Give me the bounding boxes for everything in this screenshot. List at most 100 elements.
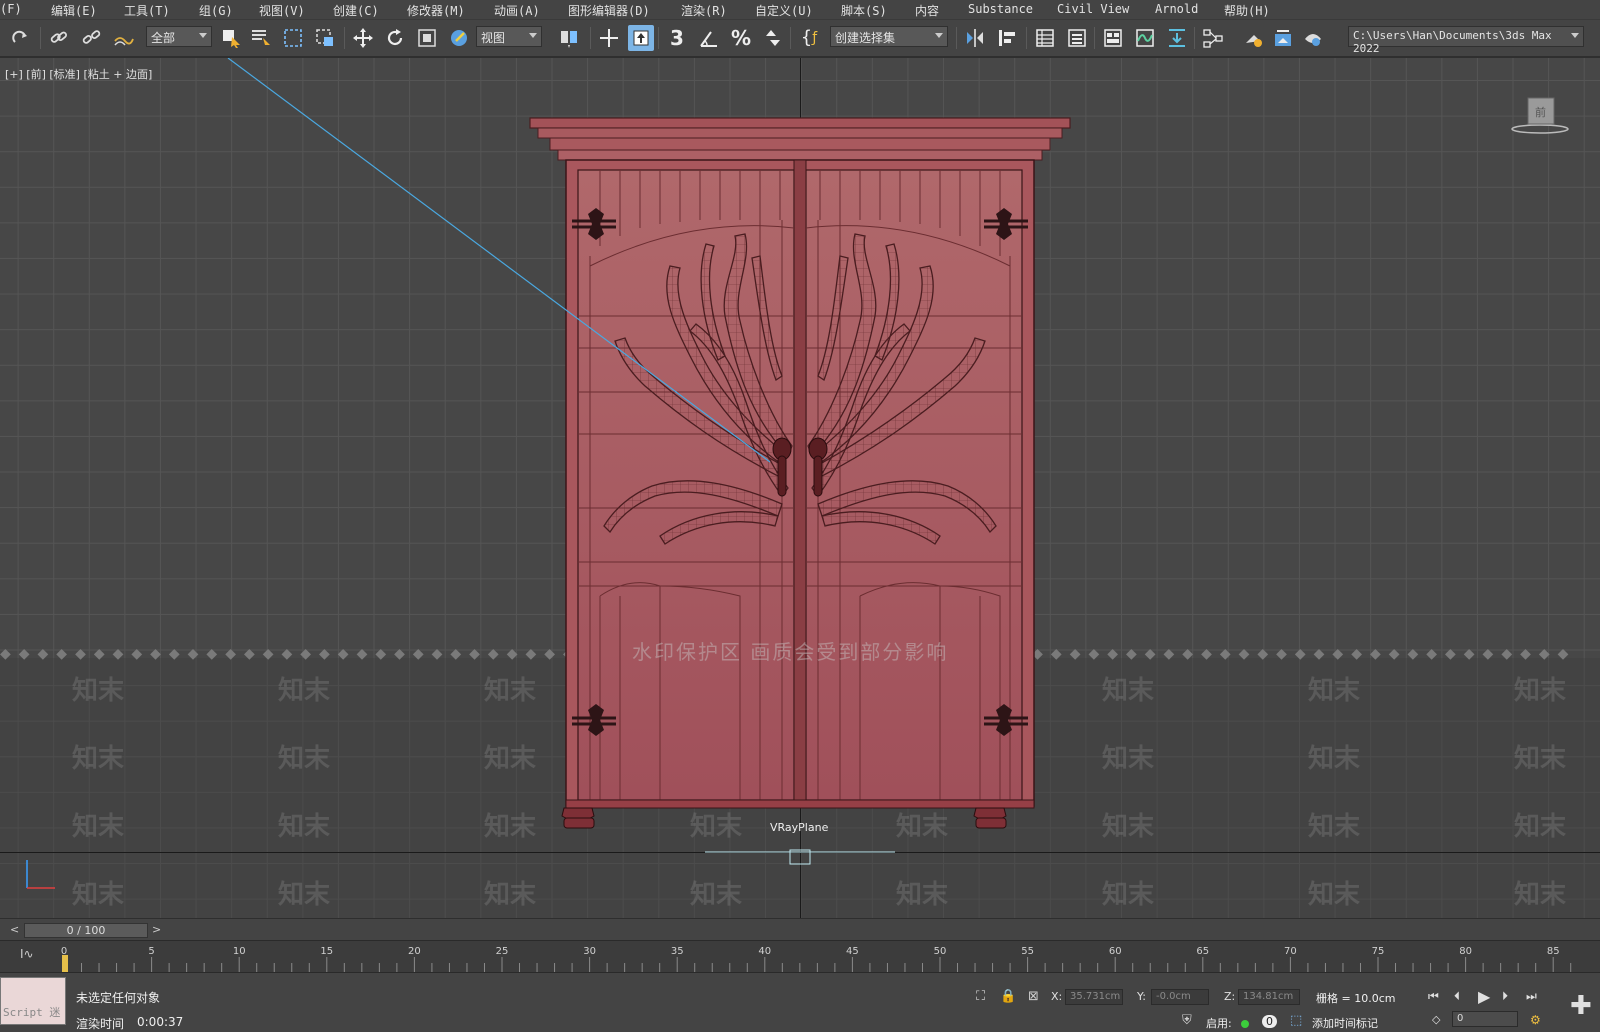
move-icon[interactable]	[350, 25, 376, 51]
menu-group[interactable]: 组(G)	[199, 2, 233, 19]
redo-icon[interactable]	[8, 25, 34, 51]
maxscript-input[interactable]: Script 迷	[3, 1004, 60, 1020]
track-tick-label: 25	[496, 946, 509, 957]
layer-explorer-icon[interactable]	[1064, 25, 1090, 51]
menu-help[interactable]: 帮助(H)	[1224, 2, 1270, 19]
angle-snap-icon[interactable]	[696, 25, 722, 51]
go-to-end-icon[interactable]: ⏭	[1526, 989, 1537, 1004]
align-icon[interactable]	[994, 25, 1020, 51]
y-coordinate-field[interactable]: -0.0cm	[1151, 989, 1209, 1005]
spinner-snap-icon[interactable]	[760, 25, 786, 51]
rectangular-selection-icon[interactable]	[280, 25, 306, 51]
track-tick-label: 60	[1109, 946, 1122, 957]
link-icon[interactable]	[46, 25, 72, 51]
project-path-dropdown[interactable]: C:\Users\Han\Documents\3ds Max 2022	[1348, 26, 1584, 55]
next-frame-button[interactable]: >	[152, 923, 161, 936]
schematic-view-icon[interactable]	[1200, 25, 1226, 51]
percent-snap-icon[interactable]: %	[728, 25, 754, 51]
dope-sheet-icon[interactable]	[1164, 25, 1190, 51]
enable-status-dot	[1241, 1020, 1249, 1028]
track-tick-label: 10	[233, 946, 246, 957]
menu-create[interactable]: 创建(C)	[333, 2, 379, 19]
enable-label: 启用:	[1206, 1017, 1232, 1030]
track-tick-label: 30	[583, 946, 596, 957]
render-production-icon[interactable]	[1300, 25, 1326, 51]
menu-modifiers[interactable]: 修改器(M)	[407, 2, 465, 19]
prev-frame-button[interactable]: <	[10, 923, 19, 936]
menu-animation[interactable]: 动画(A)	[494, 2, 540, 19]
track-tick-label: 5	[148, 946, 154, 957]
menu-content[interactable]: 内容	[915, 2, 939, 19]
select-by-name-icon[interactable]	[248, 25, 274, 51]
x-coordinate-field[interactable]: 35.731cm	[1065, 989, 1123, 1005]
keyboard-shortcut-override-icon[interactable]	[628, 25, 654, 51]
menu-arnold[interactable]: Arnold	[1155, 2, 1198, 16]
snaps-toggle-icon[interactable]: 3	[664, 25, 690, 51]
scale-icon[interactable]	[414, 25, 440, 51]
menu-scripting[interactable]: 脚本(S)	[841, 2, 887, 19]
vrayplane-label[interactable]: VRayPlane	[770, 821, 828, 834]
key-mode-icon[interactable]: ◇	[1432, 1013, 1440, 1026]
menu-customize[interactable]: 自定义(U)	[755, 2, 813, 19]
menu-substance[interactable]: Substance	[968, 2, 1033, 16]
track-tick-label: 80	[1459, 946, 1472, 957]
lock-selection-icon[interactable]: 🔒	[1000, 989, 1016, 1004]
enable-counter[interactable]: 0	[1262, 1015, 1277, 1028]
front-viewport[interactable]: ◆◆◆◆◆◆◆◆◆◆◆◆◆◆◆◆◆◆◆◆◆◆◆◆◆◆◆◆◆◆◆◆◆◆◆◆◆◆◆◆…	[0, 58, 1600, 918]
absolute-transform-icon[interactable]: ⊠	[1028, 989, 1039, 1004]
maxscript-listener[interactable]: Script 迷	[0, 977, 66, 1025]
unlink-icon[interactable]	[78, 25, 104, 51]
track-tick-label: 40	[758, 946, 771, 957]
adaptive-degradation-icon[interactable]: ⛨	[1182, 1013, 1192, 1028]
time-configuration-icon[interactable]: ⚙	[1530, 1013, 1541, 1027]
rotate-icon[interactable]	[382, 25, 408, 51]
track-tick-label: 55	[1021, 946, 1034, 957]
window-crossing-icon[interactable]	[312, 25, 338, 51]
current-time-marker[interactable]	[62, 955, 68, 973]
status-bar: Script 迷 未选定任何对象 渲染时间 0:00:37 ⛶ 🔒 ⊠ X: 3…	[0, 972, 1600, 1031]
mirror-icon[interactable]	[962, 25, 988, 51]
current-frame-field[interactable]: 0	[1452, 1011, 1518, 1027]
selection-filter-dropdown[interactable]: 全部	[146, 26, 212, 47]
main-toolbar: 全部 视图 3 % {ƒ 创建选择集 C:\Users\Han\Document…	[0, 20, 1600, 58]
z-label: Z:	[1224, 990, 1236, 1003]
menu-views[interactable]: 视图(V)	[259, 2, 305, 19]
menu-graph-editors[interactable]: 图形编辑器(D)	[568, 2, 650, 19]
menu-rendering[interactable]: 渲染(R)	[681, 2, 727, 19]
reference-coordinate-dropdown[interactable]: 视图	[476, 26, 542, 47]
select-and-manipulate-icon[interactable]	[596, 25, 622, 51]
track-tick-label: 70	[1284, 946, 1297, 957]
menu-edit[interactable]: 编辑(E)	[51, 2, 97, 19]
time-tag-icon[interactable]: ⬚	[1290, 1013, 1302, 1028]
edit-named-selection-icon[interactable]: {ƒ	[796, 25, 822, 51]
track-tick-label: 35	[671, 946, 684, 957]
play-icon[interactable]: ▶	[1478, 987, 1490, 1006]
isolate-selection-icon[interactable]: ⛶	[976, 989, 985, 1004]
menu-file[interactable]: (F)	[0, 2, 22, 16]
menu-bar: (F) 编辑(E) 工具(T) 组(G) 视图(V) 创建(C) 修改器(M) …	[0, 0, 1600, 20]
pivot-center-icon[interactable]	[556, 25, 582, 51]
bind-space-warp-icon[interactable]	[110, 25, 136, 51]
zoom-all-icon[interactable]: ✚	[1570, 991, 1592, 1021]
track-tick-label: 50	[934, 946, 947, 957]
mini-curve-editor-icon[interactable]: I∿	[20, 947, 34, 961]
z-coordinate-field[interactable]: 134.81cm	[1238, 989, 1300, 1005]
scene-explorer-icon[interactable]	[1032, 25, 1058, 51]
named-selection-dropdown[interactable]: 创建选择集	[830, 26, 948, 47]
camera-target-line	[26, 58, 895, 889]
track-bar[interactable]: I∿ 0 5 10 15 20 25 30 35 40 45 50 55 60 65 70 75 80 85	[0, 940, 1600, 973]
curve-editor-icon[interactable]	[1132, 25, 1158, 51]
select-object-icon[interactable]	[218, 25, 244, 51]
time-slider[interactable]: 0 / 100	[24, 923, 148, 938]
y-label: Y:	[1137, 990, 1146, 1003]
ribbon-toggle-icon[interactable]	[1100, 25, 1126, 51]
add-time-tag[interactable]: 添加时间标记	[1312, 1015, 1378, 1031]
next-frame-icon[interactable]: ⏵	[1502, 989, 1508, 1004]
previous-frame-icon[interactable]: ⏴	[1454, 989, 1460, 1004]
go-to-start-icon[interactable]: ⏮	[1428, 989, 1439, 1004]
menu-civil-view[interactable]: Civil View	[1057, 2, 1129, 16]
menu-tools[interactable]: 工具(T)	[124, 2, 170, 19]
rendered-frame-window-icon[interactable]	[1270, 25, 1296, 51]
render-setup-icon[interactable]	[1240, 25, 1266, 51]
place-icon[interactable]	[446, 25, 472, 51]
